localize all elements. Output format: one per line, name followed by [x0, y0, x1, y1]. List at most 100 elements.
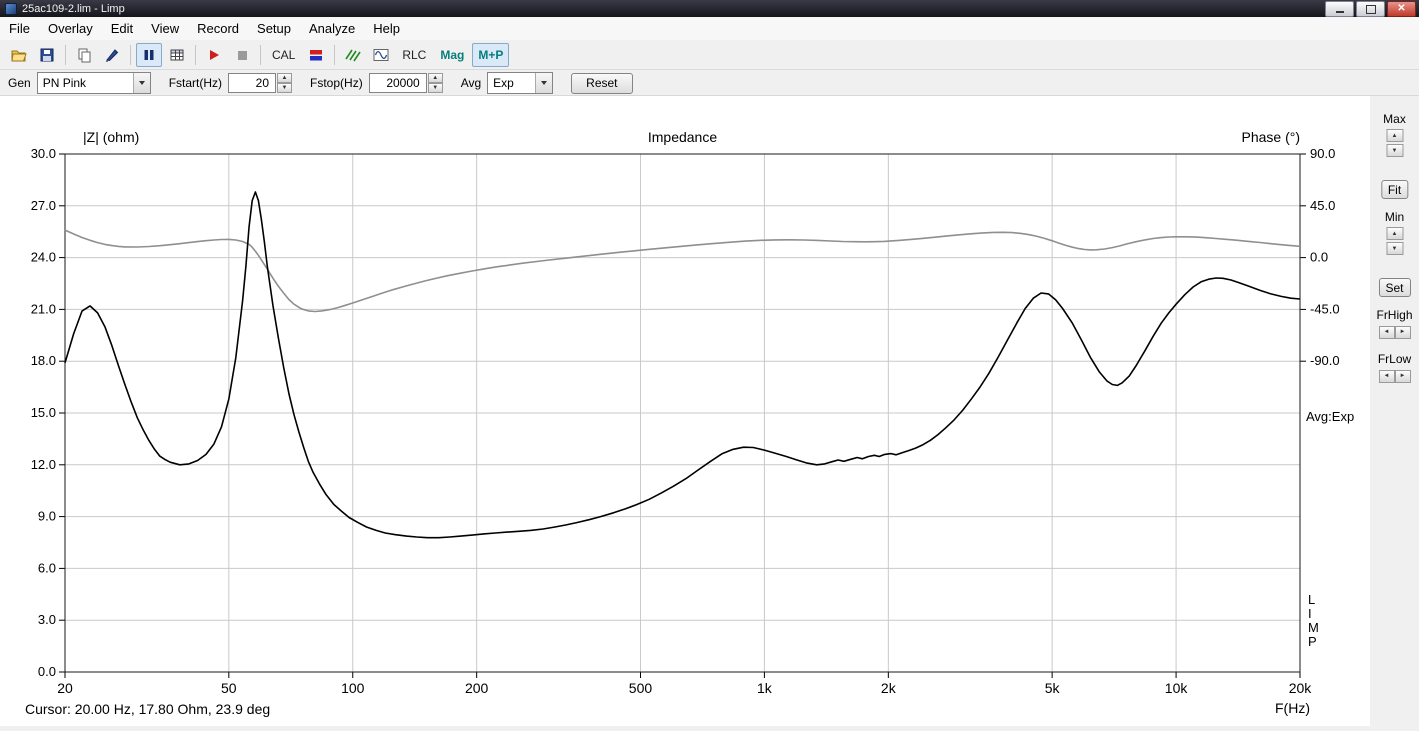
left-tick-label: 30.0 — [31, 146, 56, 161]
menu-file[interactable]: File — [0, 18, 39, 39]
x-tick-label: 5k — [1045, 680, 1061, 696]
fstop-down-button[interactable]: ▼ — [427, 83, 443, 93]
phase-curve — [64, 229, 1301, 313]
fstart-down-button[interactable]: ▼ — [277, 83, 293, 93]
rlc-button[interactable]: RLC — [396, 43, 432, 67]
left-tick-label: 18.0 — [31, 353, 56, 368]
cursor-readout: Cursor: 20.00 Hz, 17.80 Ohm, 23.9 deg — [25, 701, 279, 717]
magnitude-phase-mode-button[interactable]: M+P — [472, 42, 510, 67]
left-axis-title: |Z| (ohm) — [83, 129, 139, 145]
sine-wave-button[interactable] — [368, 43, 394, 67]
minimize-icon — [1335, 11, 1344, 13]
pen-button[interactable] — [99, 43, 125, 67]
fstart-up-button[interactable]: ▲ — [277, 73, 293, 83]
table-icon — [170, 49, 184, 60]
fstop-spinner: 20000 ▲ ▼ — [368, 73, 443, 93]
open-folder-icon — [11, 50, 27, 61]
left-tick-label: 27.0 — [31, 198, 56, 213]
x-tick-label: 50 — [221, 680, 237, 696]
frhigh-left-button[interactable]: ◄ — [1378, 326, 1395, 339]
fit-button[interactable]: Fit — [1380, 180, 1409, 199]
menu-view[interactable]: View — [142, 18, 188, 39]
toolbar-separator — [260, 44, 261, 65]
diagonal-lines-button[interactable] — [340, 43, 366, 67]
averaging-value: Exp — [493, 76, 514, 90]
minimize-button[interactable] — [1325, 1, 1354, 17]
menu-analyze[interactable]: Analyze — [300, 18, 364, 39]
impedance-phase-chart[interactable]: 0.0 3.0 6.0 9.0 12.0 15.0 18.0 21.0 24.0 27.0 30.0… — [0, 96, 1370, 726]
red-blue-bars-button[interactable] — [303, 43, 329, 67]
phase-tick-label: 90.0 — [1310, 146, 1335, 161]
x-tick-label: 1k — [757, 680, 773, 696]
chevron-down-icon — [138, 81, 145, 85]
reset-button[interactable]: Reset — [571, 72, 633, 94]
generator-value: PN Pink — [42, 76, 87, 90]
left-tick-label: 24.0 — [31, 250, 56, 265]
fstart-input[interactable]: 20 — [228, 73, 277, 93]
max-up-button[interactable]: ▲ — [1386, 129, 1403, 142]
x-tick-label: 2k — [881, 680, 897, 696]
red-blue-bars-icon — [310, 49, 323, 60]
toolbar: CAL RLC Mag M+P — [0, 40, 1419, 70]
maximize-button[interactable] — [1356, 1, 1385, 17]
x-tick-label: 200 — [465, 680, 489, 696]
x-tick-label: 500 — [629, 680, 653, 696]
open-button[interactable] — [6, 43, 32, 67]
fstop-up-button[interactable]: ▲ — [427, 73, 443, 83]
max-down-button[interactable]: ▼ — [1386, 144, 1403, 157]
limp-watermark: L — [1308, 592, 1315, 607]
toolbar-separator — [130, 44, 131, 65]
control-bar: Gen PN Pink Fstart(Hz) 20 ▲ ▼ Fstop(Hz) … — [0, 71, 1419, 96]
stop-button[interactable] — [229, 43, 255, 67]
frlow-right-button[interactable]: ► — [1394, 370, 1411, 383]
frlow-label: FrLow — [1377, 352, 1412, 366]
calibrate-button[interactable]: CAL — [266, 43, 301, 67]
menu-bar: File Overlay Edit View Record Setup Anal… — [0, 17, 1419, 41]
chevron-down-icon — [541, 81, 548, 85]
app-icon — [5, 2, 17, 15]
impedance-curve — [64, 191, 1301, 539]
menu-record[interactable]: Record — [188, 18, 248, 39]
phase-tick-label: -90.0 — [1310, 353, 1340, 368]
fstop-input[interactable]: 20000 — [368, 73, 427, 93]
set-button[interactable]: Set — [1378, 278, 1411, 297]
right-axis-title: Phase (°) — [1241, 129, 1300, 145]
menu-help[interactable]: Help — [364, 18, 409, 39]
frlow-left-button[interactable]: ◄ — [1378, 370, 1395, 383]
min-label: Min — [1384, 210, 1405, 224]
x-axis-title: F(Hz) — [1275, 700, 1310, 716]
generator-dropdown-button[interactable] — [132, 73, 150, 93]
left-tick-label: 0.0 — [38, 664, 56, 679]
averaging-dropdown[interactable]: Exp — [487, 72, 554, 94]
chart-title: Impedance — [648, 129, 717, 145]
window-controls: ✕ — [1325, 1, 1416, 17]
x-tick-label: 100 — [341, 680, 365, 696]
x-tick-label: 20 — [57, 680, 73, 696]
min-down-button[interactable]: ▼ — [1386, 242, 1403, 255]
frhigh-right-button[interactable]: ► — [1394, 326, 1411, 339]
menu-overlay[interactable]: Overlay — [39, 18, 102, 39]
generator-dropdown[interactable]: PN Pink — [36, 72, 151, 94]
sine-wave-icon — [373, 48, 389, 61]
table-button[interactable] — [164, 43, 190, 67]
copy-button[interactable] — [71, 43, 97, 67]
magnitude-mode-button[interactable]: Mag — [434, 43, 470, 67]
fstart-label: Fstart(Hz) — [168, 76, 223, 90]
frhigh-label: FrHigh — [1376, 308, 1413, 322]
left-tick-label: 15.0 — [31, 405, 56, 420]
menu-setup[interactable]: Setup — [248, 18, 300, 39]
menu-edit[interactable]: Edit — [102, 18, 142, 39]
phase-tick-label: 45.0 — [1310, 198, 1335, 213]
save-button[interactable] — [34, 43, 60, 67]
pause-button[interactable] — [136, 42, 162, 67]
left-tick-label: 3.0 — [38, 612, 56, 627]
x-tick-label: 10k — [1165, 680, 1189, 696]
toolbar-separator — [195, 44, 196, 65]
avg-annotation: Avg:Exp — [1306, 409, 1354, 424]
toolbar-separator — [334, 44, 336, 65]
close-button[interactable]: ✕ — [1387, 1, 1416, 17]
averaging-dropdown-button[interactable] — [535, 73, 553, 93]
pen-icon — [106, 48, 119, 62]
play-button[interactable] — [201, 43, 227, 67]
min-up-button[interactable]: ▲ — [1386, 227, 1403, 240]
